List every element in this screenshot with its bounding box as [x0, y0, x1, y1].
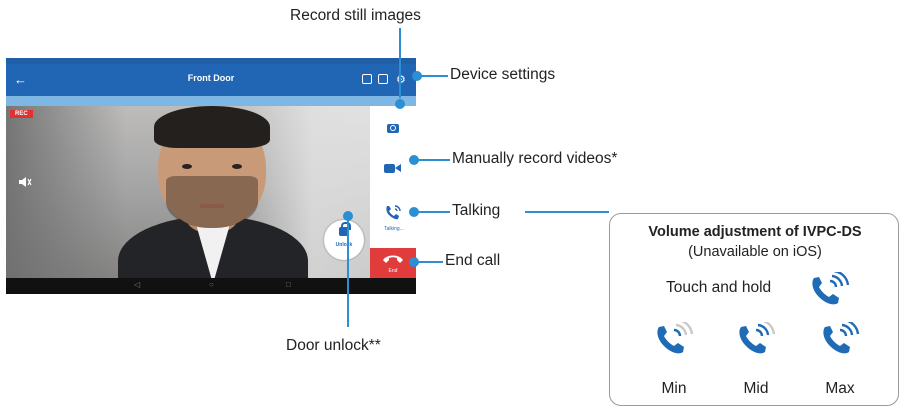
- app-title: Front Door: [187, 73, 235, 83]
- volume-leader: [525, 211, 609, 213]
- volume-title: Volume adjustment of IVPC-DS: [648, 224, 862, 240]
- unlock-button[interactable]: Unlock: [324, 220, 364, 260]
- end-label: End: [388, 268, 398, 274]
- talking-label-callout: Talking: [452, 202, 501, 219]
- person-eye-right: [232, 164, 242, 169]
- person-hair: [154, 106, 270, 148]
- touch-and-hold-text: Touch and hold: [666, 279, 772, 296]
- talking-leader: [417, 211, 450, 213]
- phone-volume-mid-icon: [739, 322, 776, 354]
- person-mouth: [200, 204, 224, 208]
- volume-adjustment-box: Volume adjustment of IVPC-DS (Unavailabl…: [609, 213, 899, 406]
- gallery-icon[interactable]: [362, 74, 372, 84]
- record-still-label: Record still images: [290, 7, 421, 24]
- nav-back-icon[interactable]: ◁: [134, 280, 140, 289]
- volume-level-max: Max: [825, 380, 855, 397]
- camera-icon[interactable]: [387, 124, 399, 133]
- talking-label: Talking...: [384, 226, 404, 232]
- volume-level-mid: Mid: [743, 380, 769, 397]
- speaker-icon[interactable]: [18, 176, 32, 188]
- nav-recent-icon[interactable]: □: [286, 280, 291, 289]
- video-camera-icon[interactable]: [384, 164, 395, 173]
- phone-volume-min-icon: [657, 322, 694, 354]
- sub-bar: [6, 96, 416, 106]
- record-still-leader: [399, 28, 401, 98]
- phone-talking-icon[interactable]: [384, 204, 402, 222]
- end-call-leader: [417, 261, 443, 263]
- phone-volume-icon: [812, 272, 850, 305]
- device-settings-leader: [420, 75, 448, 77]
- door-unlock-label: Door unlock**: [286, 337, 381, 354]
- side-panel: Talking... End: [370, 106, 416, 278]
- door-unlock-leader: [347, 219, 349, 327]
- rec-badge: REC: [10, 110, 33, 118]
- device-settings-label: Device settings: [450, 66, 556, 83]
- nav-bar: ◁ ○ □: [6, 278, 416, 294]
- nav-home-icon[interactable]: ○: [209, 280, 214, 289]
- back-arrow-icon[interactable]: ←: [14, 72, 27, 87]
- person-beard: [166, 176, 258, 228]
- video-feed: REC Unlock: [6, 106, 370, 278]
- end-call-label: End call: [445, 252, 501, 269]
- manual-record-label: Manually record videos*: [452, 150, 618, 167]
- volume-level-min: Min: [661, 380, 687, 397]
- app-screenshot: ← Front Door ⚙ REC Unlock: [6, 58, 416, 294]
- video-camera-icon-lens: [395, 164, 401, 172]
- manual-record-leader: [417, 159, 450, 161]
- record-still-dot: [395, 99, 405, 109]
- unlock-label: Unlock: [335, 242, 353, 248]
- end-call-icon: [383, 255, 403, 263]
- volume-subtitle: (Unavailable on iOS): [688, 244, 822, 260]
- phone-volume-max-icon: [823, 322, 860, 354]
- app-bar: ← Front Door ⚙: [6, 64, 416, 96]
- list-icon[interactable]: [378, 74, 388, 84]
- person-eye-left: [182, 164, 192, 169]
